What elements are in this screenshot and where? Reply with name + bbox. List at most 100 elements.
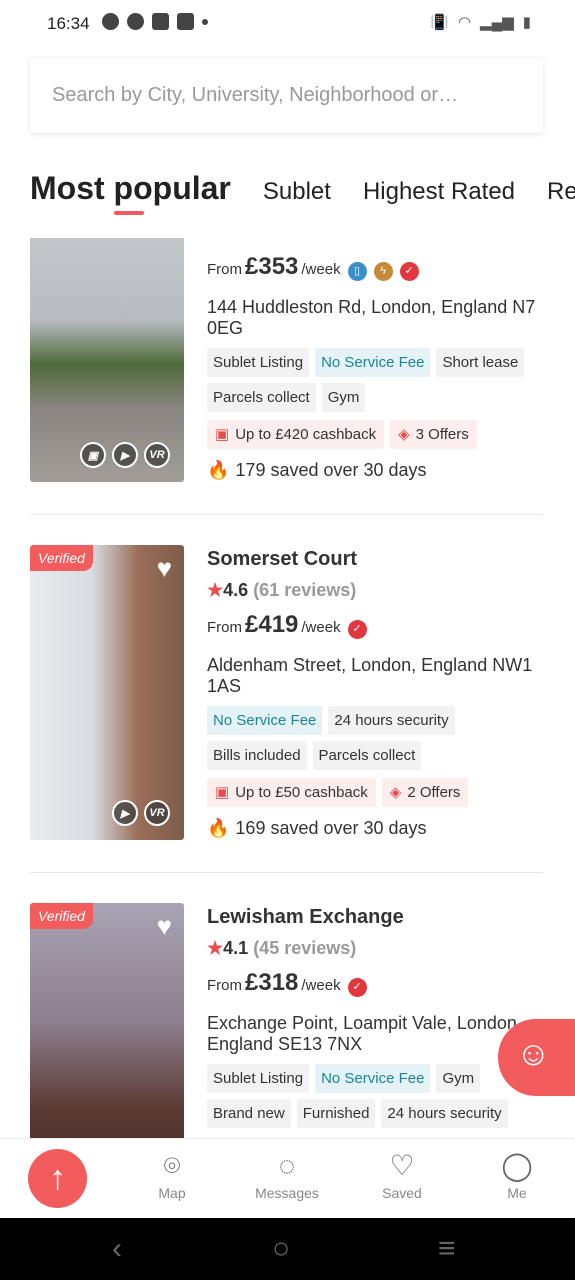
feature-tag: Parcels collect [207,383,316,412]
map-pin-icon: ⌾ [163,1150,181,1181]
listing-title[interactable]: Somerset Court [207,548,357,571]
feature-tag: Gym [321,383,366,412]
wifi-icon: ◠ [457,14,472,31]
bolt-icon: ϟ [373,262,393,281]
feature-tag: Brand new [207,1099,291,1128]
nav-me[interactable]: ◯ Me [467,1149,567,1201]
signal-icon: ▂▄▆ [480,14,514,31]
vr-button[interactable]: VR [144,800,170,826]
price: From £318/week ✓ [207,969,367,997]
search-input[interactable]: Search by City, University, Neighborhood… [30,58,543,133]
price: From £419/week ✓ [207,611,367,639]
category-tabs: Most popular Sublet Highest Rated Rec [30,170,575,215]
feature-tag: No Service Fee [207,706,323,735]
status-time: 16:34 [47,14,90,33]
support-button[interactable]: ☺ [498,1019,575,1096]
heart-icon: ♡ [389,1150,415,1181]
tab-sublet[interactable]: Sublet [263,178,331,206]
battery-icon: ▮ [522,14,531,31]
recents-icon[interactable]: ≡ [438,1232,456,1266]
feature-tag: Sublet Listing [207,348,310,377]
media-buttons: ▣ ▶ VR [80,442,170,468]
rating-value: 4.6 [223,580,249,600]
saved-label: 179 saved over 30 days [235,460,427,480]
feature-tag: No Service Fee [315,1064,431,1093]
nav-label: Saved [382,1185,422,1201]
nav-map[interactable]: ⌾ Map [122,1149,222,1201]
price-unit: /week [301,619,341,636]
feature-tag: No Service Fee [315,348,431,377]
tab-most-popular[interactable]: Most popular [30,170,231,215]
price-unit: /week [301,977,341,994]
nav-label: Map [158,1185,186,1201]
photo-tour-button[interactable]: ▣ [80,442,106,468]
bottom-nav: ↑ ⌾ Map ◌ Messages ♡ Saved ◯ Me [0,1138,575,1218]
feature-tag: 24 hours security [328,706,455,735]
media-buttons: ▶ VR [112,800,170,826]
verified-badge: Verified [30,903,93,929]
feature-tags: Sublet Listing No Service Fee Gym Brand new… [207,1064,547,1128]
listing-address: Aldenham Street, London, England NW1 1AS [207,655,533,696]
price-prefix: From [207,619,242,636]
star-icon: ★ [207,580,224,600]
scroll-to-top-button[interactable]: ↑ [28,1149,87,1208]
offers-label: 2 Offers [407,784,461,801]
price-unit: /week [301,261,341,278]
mail-icon [177,13,194,30]
cashback-tag[interactable]: ▣ Up to £50 cashback [207,778,376,807]
offer-tags: ▣ Up to £420 cashback ◈ 3 Offers [207,420,477,449]
notification-icons [102,13,208,30]
star-icon: ★ [207,938,224,958]
listing-card[interactable]: ▣ ▶ VR From £353/week ▯ ϟ ✓ 144 Huddleston Rd, L… [30,187,543,545]
offer-tags: ▣ Up to £50 cashback ◈ 2 Offers [207,778,469,807]
favorite-heart-icon[interactable]: ♥ [157,911,172,942]
offers-tag[interactable]: ◈ 3 Offers [390,420,477,449]
chat-icon: ◌ [278,1150,296,1181]
vr-button[interactable]: VR [144,442,170,468]
back-icon[interactable]: ‹ [112,1232,122,1266]
saved-count: 🔥 169 saved over 30 days [207,818,427,839]
nav-messages[interactable]: ◌ Messages [237,1149,337,1201]
review-count[interactable]: (45 reviews) [253,938,356,958]
listing-card[interactable]: Verified ♥ ▶ VR Somerset Court ★4.6 (61 revie… [30,545,543,903]
shield-icon: ✓ [347,978,367,997]
more-dot-icon [202,18,208,25]
listing-address: Exchange Point, Loampit Vale, London, En… [207,1013,522,1054]
tab-highest-rated[interactable]: Highest Rated [363,178,515,206]
vibrate-icon: 📳 [430,14,449,31]
divider [30,514,543,515]
play-video-button[interactable]: ▶ [112,800,138,826]
feature-tag: Short lease [436,348,525,377]
header: 16:34 📳 ◠ ▂▄▆ ▮ Search by City, Universi… [0,0,575,238]
shield-icon: ✓ [399,262,419,281]
offers-tag[interactable]: ◈ 2 Offers [381,778,469,807]
feature-tag: Parcels collect [312,741,422,770]
mail-icon [152,13,169,30]
offers-label: 3 Offers [415,426,469,443]
tag-icon: ◈ [389,784,402,801]
shield-icon: ✓ [347,620,367,639]
rating: ★4.1 (45 reviews) [207,938,356,959]
nav-label: Me [507,1185,527,1201]
review-count[interactable]: (61 reviews) [253,580,356,600]
cashback-label: Up to £420 cashback [235,426,377,443]
home-icon[interactable]: ○ [272,1232,290,1266]
play-video-button[interactable]: ▶ [112,442,138,468]
headset-icon: ☺ [516,1035,551,1073]
price-prefix: From [207,977,242,994]
feature-tag: Bills included [207,741,307,770]
listing-title[interactable]: Lewisham Exchange [207,906,404,929]
system-icons: 📳 ◠ ▂▄▆ ▮ [430,13,531,31]
nav-label: Messages [255,1185,319,1201]
cashback-tag[interactable]: ▣ Up to £420 cashback [207,420,385,449]
fire-icon: 🔥 [207,818,230,838]
nav-saved[interactable]: ♡ Saved [352,1149,452,1201]
favorite-heart-icon[interactable]: ♥ [157,553,172,584]
listing-photo[interactable]: Verified ♥ ▶ VR [30,545,184,840]
saved-count: 🔥 179 saved over 30 days [207,460,427,481]
tab-recommended[interactable]: Rec [547,178,575,206]
cashback-label: Up to £50 cashback [235,784,368,801]
price: From £353/week ▯ ϟ ✓ [207,253,419,281]
price-amount: £353 [245,253,299,280]
feature-tag: Furnished [296,1099,376,1128]
